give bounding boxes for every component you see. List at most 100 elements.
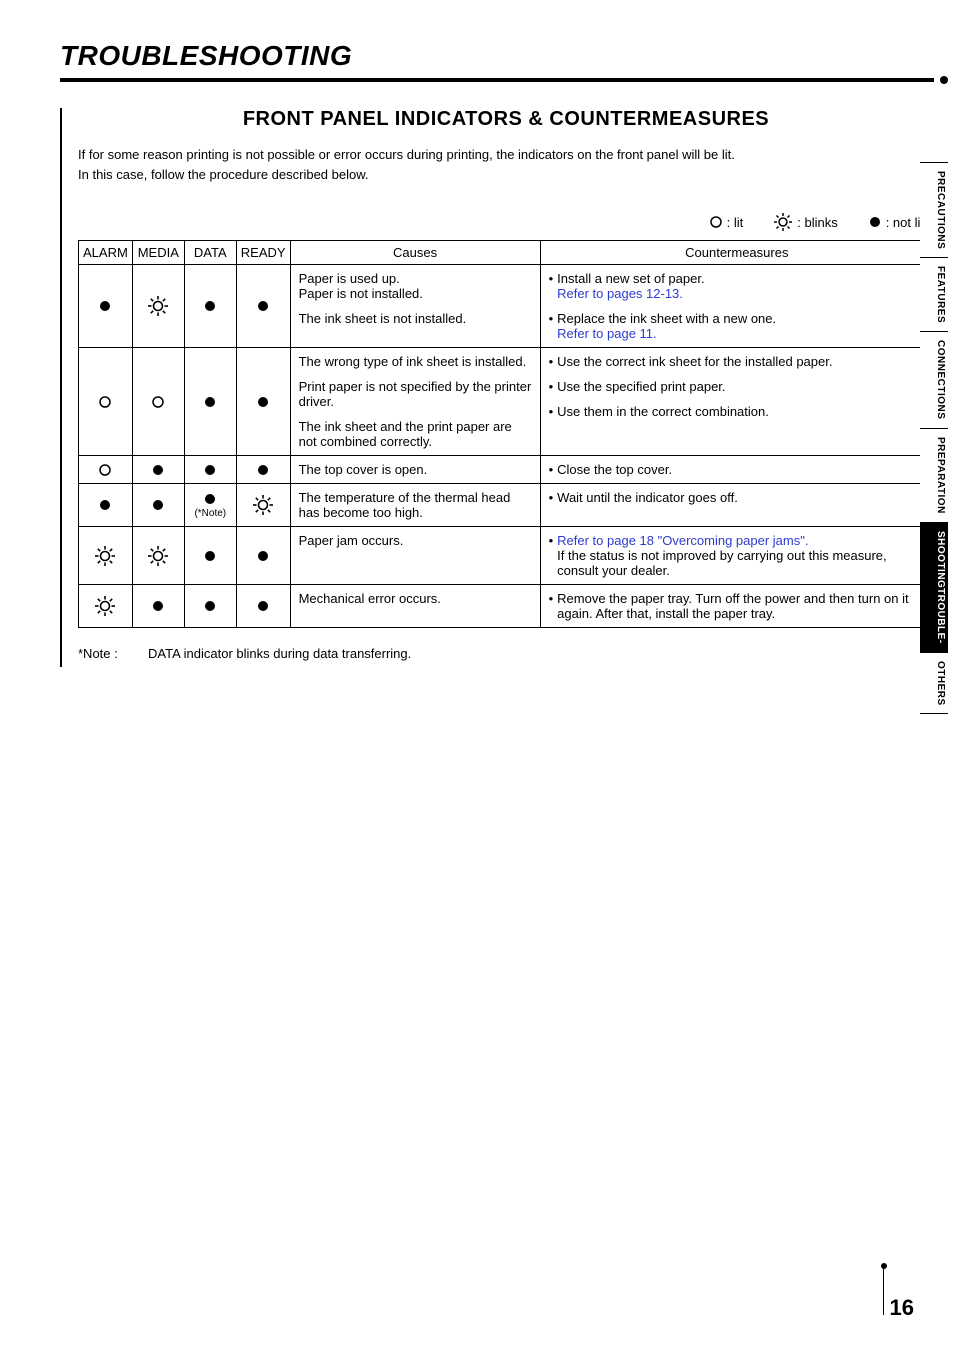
th-causes: Causes — [290, 241, 540, 265]
cause-cell: Mechanical error occurs. — [290, 585, 540, 628]
countermeasure-text: • Remove the paper tray. Turn off the po… — [549, 591, 925, 621]
indicator-ready — [236, 527, 290, 585]
table-row: Paper is used up.Paper is not installed.… — [79, 265, 934, 348]
tab-connections[interactable]: CONNECTIONS — [920, 331, 948, 428]
indicator-data — [184, 348, 236, 456]
legend-notlit: : not lit — [868, 215, 924, 230]
countermeasure-text: • Close the top cover. — [549, 462, 925, 477]
ready-blinks-icon — [239, 494, 288, 516]
legend-notlit-label: : not lit — [886, 215, 924, 230]
media-lit-icon — [135, 395, 182, 409]
legend: : lit : blinks — [78, 212, 934, 232]
cause-cell: The top cover is open. — [290, 456, 540, 484]
reference-link[interactable]: Refer to page 11. — [557, 326, 657, 341]
media-notlit-icon — [135, 498, 182, 512]
alarm-blinks-icon — [81, 595, 130, 617]
indicator-alarm — [79, 348, 133, 456]
countermeasure-cell: • Refer to page 18 "Overcoming paper jam… — [540, 527, 933, 585]
notlit-icon — [868, 215, 882, 229]
indicator-data — [184, 585, 236, 628]
media-blinks-icon — [135, 295, 182, 317]
th-alarm: ALARM — [79, 241, 133, 265]
alarm-notlit-icon — [81, 498, 130, 512]
cause-cell: The temperature of the thermal head has … — [290, 484, 540, 527]
tab-trouble-b: SHOOTING — [922, 531, 946, 588]
cause-text: The ink sheet and the print paper are no… — [299, 419, 532, 449]
indicator-media — [132, 527, 184, 585]
tab-preparation[interactable]: PREPARATION — [920, 428, 948, 523]
data-notlit-icon — [187, 299, 234, 313]
indicator-data — [184, 265, 236, 348]
indicator-alarm — [79, 265, 133, 348]
th-data: DATA — [184, 241, 236, 265]
tab-trouble-a: TROUBLE- — [922, 588, 946, 644]
cause-text: The top cover is open. — [299, 462, 532, 477]
countermeasure-cell: • Close the top cover. — [540, 456, 933, 484]
countermeasure-cell: • Install a new set of paper.Refer to pa… — [540, 265, 933, 348]
table-row: The wrong type of ink sheet is installed… — [79, 348, 934, 456]
countermeasure-cell: • Use the correct ink sheet for the inst… — [540, 348, 933, 456]
countermeasure-cell: • Wait until the indicator goes off. — [540, 484, 933, 527]
indicator-data — [184, 527, 236, 585]
countermeasure-text: • Use them in the correct combination. — [549, 404, 925, 419]
data-notlit-icon — [187, 599, 234, 613]
media-notlit-icon — [135, 599, 182, 613]
cause-cell: Paper jam occurs. — [290, 527, 540, 585]
ready-notlit-icon — [239, 395, 288, 409]
th-media: MEDIA — [132, 241, 184, 265]
cause-text: Paper is used up.Paper is not installed. — [299, 271, 532, 301]
indicator-ready — [236, 484, 290, 527]
intro-line-1: If for some reason printing is not possi… — [78, 147, 735, 162]
title-rule — [60, 78, 934, 82]
footnote-text: DATA indicator blinks during data transf… — [148, 646, 411, 661]
countermeasure-text: • Use the specified print paper. — [549, 379, 925, 394]
table-row: Paper jam occurs.• Refer to page 18 "Ove… — [79, 527, 934, 585]
tab-others[interactable]: OTHERS — [920, 652, 948, 715]
cause-text: Mechanical error occurs. — [299, 591, 532, 606]
tab-features[interactable]: FEATURES — [920, 257, 948, 332]
alarm-blinks-icon — [81, 545, 130, 567]
indicator-table: ALARM MEDIA DATA READY Causes Countermea… — [78, 240, 934, 628]
table-header-row: ALARM MEDIA DATA READY Causes Countermea… — [79, 241, 934, 265]
cause-text: The wrong type of ink sheet is installed… — [299, 354, 532, 369]
page-number-corner: 16 — [854, 1261, 914, 1321]
indicator-alarm — [79, 585, 133, 628]
ready-notlit-icon — [239, 549, 288, 563]
indicator-media — [132, 456, 184, 484]
table-row: Mechanical error occurs. • Remove the pap… — [79, 585, 934, 628]
indicator-alarm — [79, 484, 133, 527]
countermeasure-text: • Install a new set of paper.Refer to pa… — [549, 271, 925, 301]
reference-link[interactable]: Refer to page 18 "Overcoming paper jams"… — [557, 533, 808, 548]
media-blinks-icon — [135, 545, 182, 567]
countermeasure-cell: • Remove the paper tray. Turn off the po… — [540, 585, 933, 628]
legend-lit: : lit — [709, 215, 744, 230]
footnote-label: *Note : — [78, 646, 148, 661]
cause-cell: The wrong type of ink sheet is installed… — [290, 348, 540, 456]
reference-link[interactable]: Refer to pages 12-13. — [557, 286, 683, 301]
cause-text: Print paper is not specified by the prin… — [299, 379, 532, 409]
tab-troubleshooting[interactable]: SHOOTING TROUBLE- — [920, 522, 948, 653]
indicator-alarm — [79, 456, 133, 484]
alarm-lit-icon — [81, 463, 130, 477]
data-notlit-icon: (*Note) — [187, 492, 234, 519]
indicator-alarm — [79, 527, 133, 585]
data-notlit-icon — [187, 549, 234, 563]
ready-notlit-icon — [239, 299, 288, 313]
table-row: The top cover is open. • Close the top co… — [79, 456, 934, 484]
table-row: (*Note) The temperature of the thermal he… — [79, 484, 934, 527]
data-notlit-icon — [187, 463, 234, 477]
ready-notlit-icon — [239, 463, 288, 477]
countermeasure-text: • Replace the ink sheet with a new one.R… — [549, 311, 925, 341]
ready-notlit-icon — [239, 599, 288, 613]
cause-cell: Paper is used up.Paper is not installed.… — [290, 265, 540, 348]
footnote: *Note : DATA indicator blinks during dat… — [78, 646, 934, 661]
cause-text: The ink sheet is not installed. — [299, 311, 532, 326]
th-ready: READY — [236, 241, 290, 265]
indicator-ready — [236, 348, 290, 456]
legend-lit-label: : lit — [727, 215, 744, 230]
side-tabs: PRECAUTIONS FEATURES CONNECTIONS PREPARA… — [920, 162, 948, 713]
countermeasure-text: • Use the correct ink sheet for the inst… — [549, 354, 925, 369]
cause-text: The temperature of the thermal head has … — [299, 490, 532, 520]
legend-blinks-label: : blinks — [797, 215, 837, 230]
tab-precautions[interactable]: PRECAUTIONS — [920, 162, 948, 258]
